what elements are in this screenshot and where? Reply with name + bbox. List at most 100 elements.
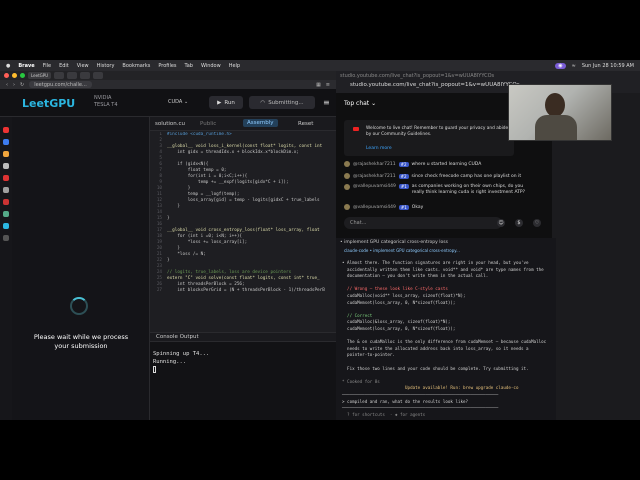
chat-username[interactable]: @rajashekhar7211 [353,174,396,179]
gpu-vendor: NVIDIA [94,95,112,101]
dock-app-icon[interactable] [3,127,9,133]
browser-tab[interactable] [93,72,104,79]
terminal-line: ────────────────────────────────────────… [342,405,499,411]
code-content[interactable]: 1 #include <cuda_runtime.h> 2 3 __global__ v… [150,132,336,318]
chat-username[interactable]: @vallepuvamsi449 [353,184,396,189]
learn-more-link[interactable]: Learn more [366,146,392,151]
chat-text: since check freecode camp has one playli… [411,173,522,179]
browser-tab[interactable] [67,72,78,79]
menu-history[interactable]: History [97,63,115,69]
browser-tab[interactable] [54,72,65,79]
menu-file[interactable]: File [43,63,51,69]
chat-username[interactable]: @vallepuvamsi449 [353,205,396,210]
code-text: // logits, true_labels, loss are device … [167,270,292,275]
public-toggle[interactable]: Public [200,121,216,127]
forward-icon[interactable]: › [13,82,15,88]
address-bar[interactable]: leetgpu.com/challe... [29,81,92,88]
dock-app-icon[interactable] [3,187,9,193]
emoji-icon[interactable]: ☺ [497,219,505,227]
extensions-icon[interactable]: ▦ [316,82,321,88]
top-chat-label: Top chat [344,100,370,107]
dock-app-icon[interactable] [3,151,9,157]
code-text: } [167,258,170,263]
browser-tab-bar: LeetGPU [0,71,336,80]
chat-url[interactable]: studio.youtube.com/live_chat?is_popout=1… [350,82,520,88]
code-text: } [167,186,191,191]
menu-bookmarks[interactable]: Bookmarks [122,63,150,69]
code-text: for(int i = 0;i<C;i++){ [167,174,248,179]
terminal-tabs[interactable]: claude-code • implement GPU categorical … [344,248,554,255]
recording-status-icon[interactable]: ◉ [555,62,566,69]
browser-tab[interactable]: LeetGPU [28,72,52,79]
leetgpu-logo[interactable]: LeetGPU [22,97,75,110]
dock-app-icon[interactable] [3,235,9,241]
avatar[interactable] [344,161,350,167]
chat-input[interactable]: Chat... [344,217,502,229]
dock-app-icon[interactable] [3,223,9,229]
member-badge: #1 [398,204,409,210]
dock-app-icon[interactable] [3,175,9,181]
reset-button[interactable]: Reset [298,121,313,127]
code-text: int threadsPerBlock = 256; [167,282,245,287]
menubar-clock[interactable]: Sun Jun 28 10:59 AM [582,63,634,69]
submit-button[interactable]: ◠ Submitting... [249,96,315,109]
back-icon[interactable]: ‹ [6,82,8,88]
run-label: Run [224,99,235,106]
menu-tab[interactable]: Tab [185,63,193,69]
gpu-selector[interactable]: NVIDIA TESLA T4 [94,95,118,109]
chat-message: @vallepuvamsi449 #1 as companies working… [344,184,530,196]
dock-app-icon[interactable] [3,199,9,205]
code-text: extern "C" void solve(const float* logit… [167,276,320,281]
terminal-line: accidentally written them like casts. vo… [342,266,544,272]
heart-icon[interactable]: ♡ [533,219,541,227]
loading-spinner-icon [70,297,88,315]
member-badge: #1 [398,184,409,189]
window-minimize-button[interactable] [12,73,17,78]
menu-window[interactable]: Window [201,63,221,69]
reload-icon[interactable]: ↻ [20,82,24,88]
run-button[interactable]: ▶ Run [209,96,243,109]
language-select[interactable]: CUDA ⌄ [168,99,188,105]
dock-app-icon[interactable] [3,139,9,145]
hamburger-menu-icon[interactable]: ≡ [323,98,330,107]
wifi-icon[interactable]: ≈ [572,63,576,69]
menu-help[interactable]: Help [229,63,240,69]
code-text: temp = __logf(temp); [167,192,240,197]
menubar-app-name[interactable]: Brave [18,63,34,69]
dock-app-icon[interactable] [3,211,9,217]
code-text: int gidx = threadIdx.x + blockIdx.x*bloc… [167,150,299,155]
terminal-line: // Wrong — these look like C-style casts [342,286,448,292]
menu-icon[interactable]: ≡ [326,82,330,88]
file-tab[interactable]: solution.cu [155,121,185,127]
leetgpu-header: LeetGPU NVIDIA TESLA T4 CUDA ⌄ ▶ Run ◠ Sub… [0,89,336,117]
terminal-line: ────────────────────────────────────────… [342,392,499,397]
editor-tab-bar: solution.cu Public Assembly Reset [150,117,336,131]
desktop-screen: ● Brave File Edit View History Bookmarks… [0,60,640,420]
webcam-overlay [508,84,612,141]
terminal-line: * Cooked for 8s [342,378,380,384]
chat-username[interactable]: @rajashekhar7211 [353,162,396,167]
avatar[interactable] [344,184,350,190]
youtube-icon [353,127,359,131]
super-chat-icon[interactable]: $ [515,219,523,227]
dock-app-icon[interactable] [3,163,9,169]
top-chat-dropdown[interactable]: Top chat ⌄ [344,100,376,107]
code-line[interactable]: 27 int blocksPerGrid = (N + threadsPerBl… [150,288,336,294]
menu-edit[interactable]: Edit [59,63,69,69]
menu-view[interactable]: View [77,63,89,69]
avatar[interactable] [344,173,350,179]
menu-profiles[interactable]: Profiles [158,63,176,69]
browser-tab[interactable] [80,72,91,79]
terminal-line: pointer-to-pointer. [342,352,395,358]
gpu-model: TESLA T4 [94,102,118,108]
chevron-down-icon: ⌄ [183,99,189,105]
terminal-line: • Almost there. The function signatures … [342,260,529,265]
apple-icon[interactable]: ● [6,63,10,69]
terminal-window[interactable]: • Almost there. The function signatures … [336,238,556,420]
loading-icon: ◠ [260,99,266,106]
window-close-button[interactable] [4,73,9,78]
window-zoom-button[interactable] [20,73,25,78]
wait-message: Please wait while we process your submis… [33,333,129,350]
avatar[interactable] [344,204,350,210]
assembly-button[interactable]: Assembly [243,119,278,127]
